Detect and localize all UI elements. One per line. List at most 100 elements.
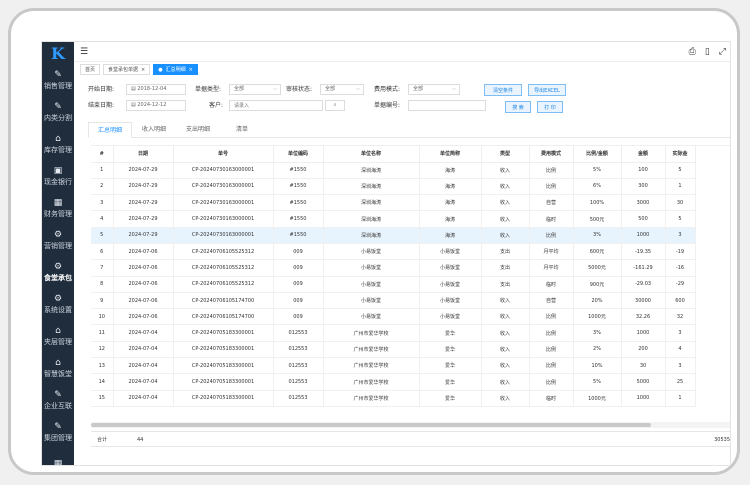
tab-list[interactable]: 清单 (220, 122, 264, 137)
sidebar-item[interactable]: ⚙ 系统设置 (42, 288, 74, 320)
gear-icon: ⚙ (53, 261, 63, 272)
table-row[interactable]: 3 2024-07-29 CP-20240730163000001 #1550 深圳海涛… (91, 194, 696, 212)
fee-mode-label: 费用模式: (374, 86, 401, 93)
table-cell: -161.29 (621, 259, 666, 277)
docno-input[interactable] (408, 100, 486, 111)
table-cell: 4 (665, 341, 696, 359)
table-cell: 临时 (529, 210, 574, 228)
table-cell: 2024-07-29 (113, 178, 174, 196)
page-tab-summary[interactable]: ● 汇总明细 × (153, 64, 198, 75)
sidebar-item-label: 企业互联 (44, 401, 72, 410)
column-header[interactable]: # (91, 146, 114, 163)
start-date-input[interactable]: ▤ 2018-12-04 (126, 84, 186, 95)
sidebar-item[interactable]: ✎ 集团管理 (42, 416, 74, 448)
table-row[interactable]: 14 2024-07-04 CP-20240705183300001 012553 广州… (91, 373, 696, 391)
column-header[interactable]: 单位编码 (273, 146, 324, 163)
table-row[interactable]: 13 2024-07-04 CP-20240705183300001 012553 广州… (91, 357, 696, 375)
table-cell: 支出 (481, 243, 530, 261)
search-button[interactable]: 搜 索 (505, 101, 531, 113)
tab-expense[interactable]: 支出明细 (176, 122, 220, 137)
sidebar-item-label: 现金银行 (44, 177, 72, 186)
scrollbar-thumb[interactable] (91, 423, 651, 427)
audit-select[interactable]: 全部 ⌵ (320, 84, 364, 95)
fullscreen-icon[interactable]: ⤢ (719, 47, 726, 57)
sidebar-item-label: 夹层管理 (44, 337, 72, 346)
column-header[interactable]: 类型 (481, 146, 530, 163)
fee-mode-select[interactable]: 全部 ⌵ (408, 84, 460, 95)
customer-input[interactable] (229, 100, 323, 111)
sidebar-item[interactable]: ⌂ 夹层管理 (42, 320, 74, 352)
clear-button[interactable]: 清空条件 (484, 84, 522, 96)
menu-icon[interactable]: ☰ (80, 47, 88, 57)
table-cell: 100 (621, 162, 666, 179)
search-icon[interactable]: ⌕ (325, 100, 345, 111)
sidebar-item[interactable]: ▦ (42, 448, 74, 466)
export-excel-button[interactable]: 导出EXCEL (528, 84, 566, 96)
table-cell: 2024-07-29 (113, 227, 174, 244)
sidebar-item[interactable]: ✎ 内类分割 (42, 96, 74, 128)
table-cell: 1000 (621, 227, 666, 244)
table-cell: 009 (273, 308, 324, 326)
table-cell: 1000 (621, 390, 666, 407)
sidebar-item[interactable]: ⌂ 库存管理 (42, 128, 74, 160)
table-cell: 小易饭堂 (419, 308, 482, 326)
close-icon[interactable]: × (189, 67, 193, 73)
print-button[interactable]: 打 印 (537, 101, 563, 113)
sidebar-item[interactable]: ▦ 财务管理 (42, 192, 74, 224)
sidebar-item[interactable]: ▣ 现金银行 (42, 160, 74, 192)
table-cell: 009 (273, 276, 324, 293)
table-cell: 500 (621, 210, 666, 228)
table-cell: 2024-07-04 (113, 357, 174, 375)
table-row[interactable]: 11 2024-07-04 CP-20240705183300001 012553 广州… (91, 324, 696, 342)
customer-label: 客户: (209, 102, 224, 109)
table-row[interactable]: 10 2024-07-06 CP-20240706105174700 009 小易饭堂小… (91, 308, 696, 326)
sidebar-item[interactable]: ⚙ 食堂承包 (42, 256, 74, 288)
table-cell: 收入 (481, 373, 530, 391)
table-cell: 小易饭堂 (323, 292, 420, 310)
end-date-input[interactable]: ▤ 2024-12-12 (126, 100, 186, 111)
sidebar-item[interactable]: ✎ 销售管理 (42, 64, 74, 96)
book-icon[interactable]: ▯ (705, 47, 710, 57)
table-row[interactable]: 2 2024-07-29 CP-20240730163000001 #1550 深圳海涛… (91, 178, 696, 196)
table-row[interactable]: 7 2024-07-06 CP-20240706105525312 009 小易饭堂 小易… (91, 259, 696, 277)
table-cell: 5 (91, 227, 114, 244)
table-row[interactable]: 4 2024-07-29 CP-20240730163000001 #1550 深圳海涛… (91, 210, 696, 228)
table-cell: 2% (573, 341, 622, 359)
doctype-select[interactable]: 全部 ⌵ (229, 84, 281, 95)
column-header[interactable]: 单位名称 (323, 146, 420, 163)
table-cell: 600元 (573, 243, 622, 261)
sidebar-item[interactable]: ⌂ 智慧饭堂 (42, 352, 74, 384)
horizontal-scrollbar[interactable] (91, 422, 730, 428)
column-header[interactable]: 单号 (173, 146, 274, 163)
column-header[interactable]: 金额 (621, 146, 666, 163)
table-row[interactable]: 15 2024-07-04 CP-20240705183300001 012553 广州… (91, 390, 696, 407)
sidebar-item[interactable]: ⚙ 营销管理 (42, 224, 74, 256)
tab-summary[interactable]: 汇总明细 (88, 122, 132, 138)
table-cell: 10 (91, 308, 114, 326)
table-row[interactable]: 6 2024-07-06 CP-20240706105525312 009 小易饭堂 小易… (91, 243, 696, 261)
close-icon[interactable]: × (141, 67, 145, 73)
page-tab-home[interactable]: 首页 (80, 64, 101, 75)
column-header[interactable]: 费用模式 (529, 146, 574, 163)
table-row[interactable]: 5 2024-07-29 CP-20240730163000001 #1550 深圳海涛… (91, 227, 696, 244)
table-cell: CP-20240706105525312 (173, 259, 274, 277)
table-row[interactable]: 9 2024-07-06 CP-20240706105174700 009 小易饭堂 小易… (91, 292, 696, 310)
table-row[interactable]: 12 2024-07-04 CP-20240705183300001 012553 广州… (91, 341, 696, 359)
table-cell: 小易饭堂 (323, 243, 420, 261)
pen-icon: ✎ (54, 69, 62, 80)
column-header[interactable]: 比例/金额 (573, 146, 622, 163)
table-cell: 14 (91, 373, 114, 391)
column-header[interactable]: 日期 (113, 146, 174, 163)
table-cell: CP-20240730163000001 (173, 162, 274, 179)
tab-income[interactable]: 收入明细 (132, 122, 176, 137)
page-tab-canteen-docs[interactable]: 食堂承包单据 × (103, 64, 151, 75)
print-icon[interactable]: ⎙ (689, 47, 696, 57)
sidebar-item[interactable]: ✎ 企业互联 (42, 384, 74, 416)
table-cell: 5% (573, 373, 622, 391)
column-header[interactable]: 实际金 (665, 146, 696, 163)
table-cell: 2024-07-29 (113, 210, 174, 228)
table-row[interactable]: 1 2024-07-29 CP-20240730163000001 #1550 深圳海涛… (91, 162, 696, 179)
table-row[interactable]: 8 2024-07-06 CP-20240706105525312 009 小易饭堂 小易… (91, 276, 696, 293)
column-header[interactable]: 单位简称 (419, 146, 482, 163)
table-cell: 比例 (529, 324, 574, 342)
